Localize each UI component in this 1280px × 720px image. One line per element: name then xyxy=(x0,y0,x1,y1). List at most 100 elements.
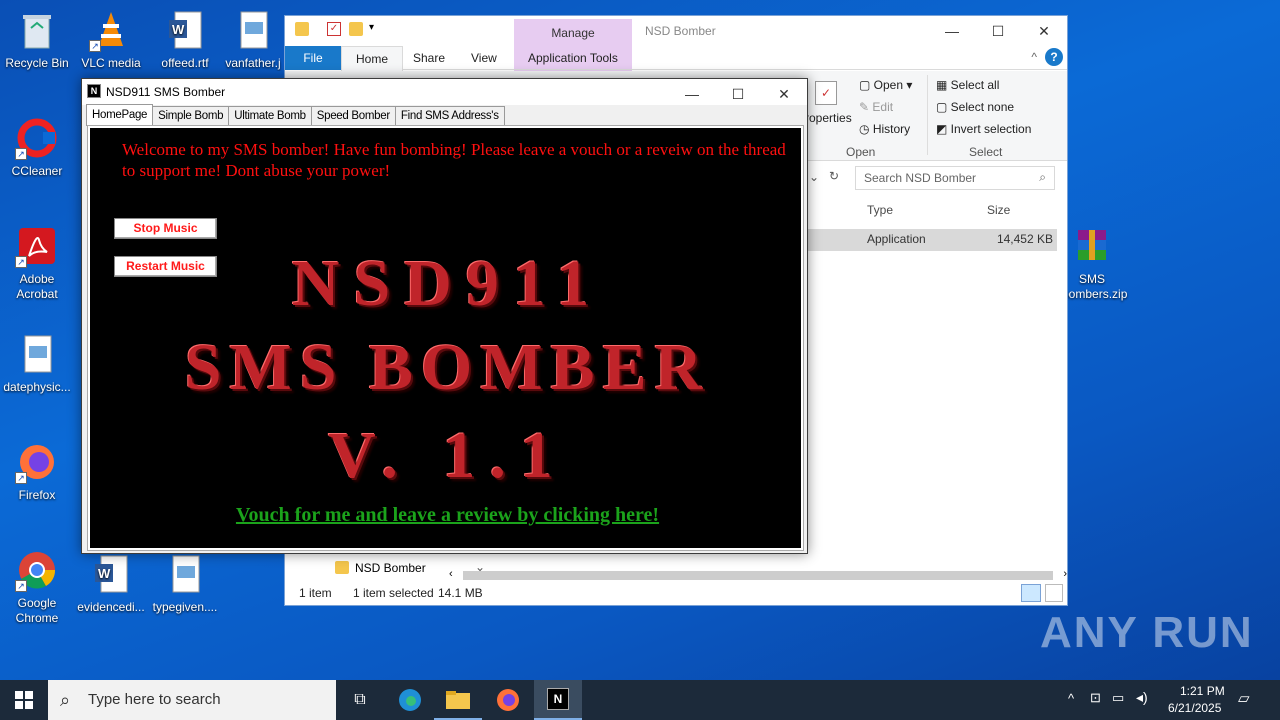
quick-access-dropdown-icon[interactable]: ▾ xyxy=(369,22,374,33)
desktop-icon-recycle-bin[interactable]: Recycle Bin xyxy=(0,8,74,71)
ribbon-divider xyxy=(927,75,928,155)
properties-quick-icon[interactable]: ✓ xyxy=(327,22,341,36)
details-view-icon[interactable] xyxy=(1021,584,1041,602)
sms-bomber-window[interactable]: N NSD911 SMS Bomber — ☐ ✕ HomePage Simpl… xyxy=(81,78,808,554)
tab-home[interactable]: Home xyxy=(341,46,404,71)
status-selected: 1 item selected xyxy=(353,586,434,600)
invert-selection-button[interactable]: ◩ Invert selection xyxy=(936,122,1031,136)
shortcut-arrow-icon: ↗ xyxy=(15,472,27,484)
image-file-icon xyxy=(163,552,207,596)
history-button[interactable]: ◷ History xyxy=(859,122,910,136)
desktop-icon-ccleaner[interactable]: ↗ CCleaner xyxy=(0,116,74,179)
properties-button[interactable]: roperties xyxy=(805,111,852,125)
desktop-icon-label: Google Chrome xyxy=(15,596,59,625)
desktop-icon-label: evidencedi... xyxy=(77,600,145,614)
column-size[interactable]: Size xyxy=(987,203,1010,217)
logo-line-sms-bomber: SMS BOMBER xyxy=(184,331,711,404)
scroll-left-icon[interactable]: ‹ xyxy=(449,568,453,580)
desktop-icon-sms-bombers-zip[interactable]: SMS bombers.zip xyxy=(1062,224,1128,302)
new-folder-quick-icon[interactable] xyxy=(349,22,363,36)
nsd-app-icon: N xyxy=(87,84,101,98)
desktop-icon-datephysic[interactable]: datephysic... xyxy=(0,332,74,395)
tab-find-sms-address[interactable]: Find SMS Address's xyxy=(394,106,505,126)
minimize-button[interactable]: — xyxy=(929,16,975,46)
vouch-review-link[interactable]: Vouch for me and leave a review by click… xyxy=(90,504,805,527)
clock-time[interactable]: 1:21 PM xyxy=(1180,684,1225,698)
file-row-selected[interactable]: Application 14,452 KB xyxy=(805,229,1057,251)
desktop-icon-label: Adobe Acrobat xyxy=(16,272,58,301)
task-view-button[interactable]: ⧉ xyxy=(336,680,384,720)
image-file-icon xyxy=(231,8,275,52)
close-button[interactable]: ✕ xyxy=(1021,16,1067,46)
word-document-icon: W xyxy=(89,552,133,596)
refresh-icon[interactable]: ↻ xyxy=(829,169,839,183)
desktop-icon-adobe-acrobat[interactable]: ↗ Adobe Acrobat xyxy=(0,224,74,302)
notification-center-icon[interactable]: ▱ xyxy=(1238,689,1250,707)
scroll-right-icon[interactable]: › xyxy=(1063,568,1067,580)
address-dropdown-icon[interactable]: ⌄ xyxy=(809,170,819,184)
tab-homepage[interactable]: HomePage xyxy=(86,104,154,126)
start-button[interactable] xyxy=(0,680,48,720)
properties-icon[interactable]: ✓ xyxy=(815,81,837,105)
tab-view[interactable]: View xyxy=(457,46,511,70)
scroll-thumb[interactable] xyxy=(463,571,1053,580)
desktop-icon-vlc[interactable]: ↗ VLC media xyxy=(74,8,148,71)
column-type[interactable]: Type xyxy=(867,203,893,217)
clock-date[interactable]: 6/21/2025 xyxy=(1168,701,1221,715)
volume-icon[interactable]: ◂) xyxy=(1136,689,1148,706)
welcome-message: Welcome to my SMS bomber! Have fun bombi… xyxy=(122,140,786,180)
nsd-bomber-taskbar-icon[interactable]: N xyxy=(534,680,582,720)
close-button[interactable]: ✕ xyxy=(761,79,807,109)
tab-application-tools[interactable]: Application Tools xyxy=(514,46,632,70)
tab-simple-bomb[interactable]: Simple Bomb xyxy=(152,106,230,126)
stop-music-button[interactable]: Stop Music xyxy=(114,218,217,239)
network-icon[interactable]: ▭ xyxy=(1112,690,1124,706)
desktop-icon-firefox[interactable]: ↗ Firefox xyxy=(0,440,74,503)
maximize-button[interactable]: ☐ xyxy=(975,16,1021,46)
edge-icon[interactable] xyxy=(386,680,434,720)
sms-bomber-titlebar[interactable]: N NSD911 SMS Bomber — ☐ ✕ xyxy=(82,79,807,105)
select-all-button[interactable]: ▦ Select all xyxy=(936,78,999,92)
chrome-icon: ↗ xyxy=(15,548,59,592)
file-explorer-taskbar-icon[interactable] xyxy=(434,680,482,720)
desktop-icon-evidencedi[interactable]: W evidencedi... xyxy=(74,552,148,615)
tab-speed-bomber[interactable]: Speed Bomber xyxy=(310,106,396,126)
recycle-bin-icon xyxy=(15,8,59,52)
ribbon-tabs: File Home Share View Application Tools ^… xyxy=(285,46,1067,71)
desktop-icon-label: Recycle Bin xyxy=(5,56,69,70)
anyrun-watermark: ANY RUN xyxy=(1040,608,1254,657)
large-icons-view-icon[interactable] xyxy=(1045,584,1063,602)
desktop-icon-label: Firefox xyxy=(18,488,56,502)
select-none-button[interactable]: ▢ Select none xyxy=(936,100,1014,114)
device-icon[interactable]: ⊡ xyxy=(1090,690,1101,706)
shortcut-arrow-icon: ↗ xyxy=(15,256,27,268)
desktop-icon-typegiven[interactable]: typegiven.... xyxy=(148,552,222,615)
minimize-button[interactable]: — xyxy=(669,79,715,109)
horizontal-scrollbar[interactable]: ‹ › xyxy=(447,568,1067,582)
acrobat-icon: ↗ xyxy=(15,224,59,268)
desktop-icon-label: CCleaner xyxy=(11,164,63,178)
edit-button[interactable]: ✎ Edit xyxy=(859,100,893,114)
desktop-icon-vanfather[interactable]: vanfather.j xyxy=(222,8,284,71)
shortcut-arrow-icon: ↗ xyxy=(89,40,101,52)
search-input[interactable]: Search NSD Bomber ⌕ xyxy=(855,166,1055,190)
open-button[interactable]: ▢ Open ▾ xyxy=(859,78,912,92)
desktop-icon-google-chrome[interactable]: ↗ Google Chrome xyxy=(0,548,74,626)
show-hidden-icons-icon[interactable]: ^ xyxy=(1068,691,1074,706)
tab-ultimate-bomb[interactable]: Ultimate Bomb xyxy=(228,106,312,126)
firefox-icon: ↗ xyxy=(15,440,59,484)
firefox-taskbar-icon[interactable] xyxy=(484,680,532,720)
explorer-titlebar[interactable]: ✓ ▾ Manage NSD Bomber — ☐ ✕ xyxy=(285,16,1067,71)
collapse-ribbon-icon[interactable]: ^ xyxy=(1031,50,1037,64)
status-count: 1 item xyxy=(299,586,332,600)
tab-file[interactable]: File xyxy=(285,46,341,70)
desktop-icon-label: SMS bombers.zip xyxy=(1062,272,1128,301)
desktop-icon-offeed[interactable]: W offeed.rtf xyxy=(148,8,222,71)
homepage-panel: Welcome to my SMS bomber! Have fun bombi… xyxy=(87,125,805,551)
maximize-button[interactable]: ☐ xyxy=(715,79,761,109)
taskbar-search-input[interactable]: ⌕ Type here to search xyxy=(48,680,336,720)
help-icon[interactable]: ? xyxy=(1045,48,1063,66)
sms-bomber-tabs: HomePage Simple Bomb Ultimate Bomb Speed… xyxy=(86,104,505,126)
select-group-label: Select xyxy=(969,145,1003,159)
tab-share[interactable]: Share xyxy=(399,46,459,70)
